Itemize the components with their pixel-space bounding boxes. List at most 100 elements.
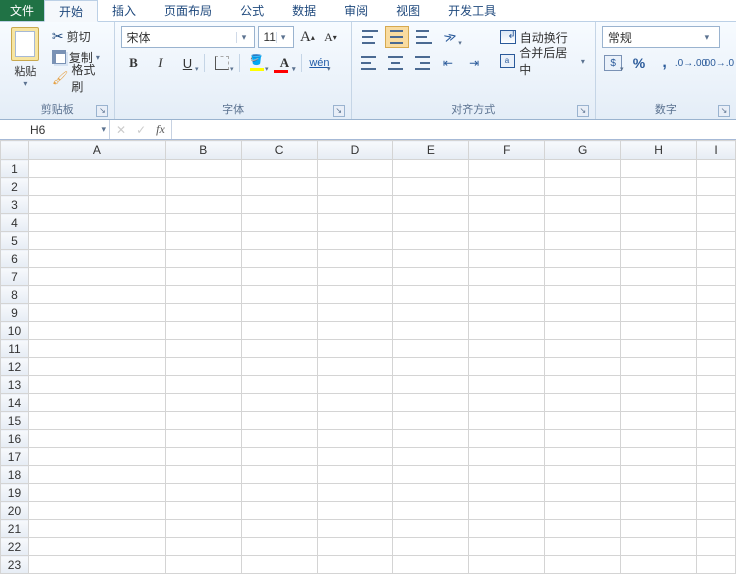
tab-开始[interactable]: 开始 bbox=[44, 0, 98, 22]
cell-I14[interactable] bbox=[697, 394, 736, 412]
cell-I5[interactable] bbox=[697, 232, 736, 250]
cell-I22[interactable] bbox=[697, 538, 736, 556]
cell-I21[interactable] bbox=[697, 520, 736, 538]
cell-B23[interactable] bbox=[165, 556, 241, 574]
cell-B5[interactable] bbox=[165, 232, 241, 250]
row-header-17[interactable]: 17 bbox=[1, 448, 29, 466]
cell-D7[interactable] bbox=[317, 268, 393, 286]
cell-D19[interactable] bbox=[317, 484, 393, 502]
cell-C17[interactable] bbox=[241, 448, 317, 466]
cell-F12[interactable] bbox=[469, 358, 545, 376]
cell-F3[interactable] bbox=[469, 196, 545, 214]
cell-A17[interactable] bbox=[28, 448, 165, 466]
cell-G17[interactable] bbox=[545, 448, 621, 466]
paste-button[interactable]: 粘贴 ▾ bbox=[6, 24, 45, 90]
cell-C22[interactable] bbox=[241, 538, 317, 556]
orientation-button[interactable]: ≫▾ bbox=[439, 26, 463, 48]
increase-indent-button[interactable]: ⇥ bbox=[463, 52, 486, 74]
number-format-select[interactable]: 常规 ▾ bbox=[602, 26, 720, 48]
cell-A16[interactable] bbox=[28, 430, 165, 448]
cancel-icon[interactable]: ✕ bbox=[116, 123, 126, 137]
cell-G12[interactable] bbox=[545, 358, 621, 376]
decrease-decimal-button[interactable]: .00→.0 bbox=[706, 52, 730, 74]
row-header-18[interactable]: 18 bbox=[1, 466, 29, 484]
cell-C16[interactable] bbox=[241, 430, 317, 448]
cell-G21[interactable] bbox=[545, 520, 621, 538]
column-header-A[interactable]: A bbox=[28, 141, 165, 160]
cell-G14[interactable] bbox=[545, 394, 621, 412]
row-header-13[interactable]: 13 bbox=[1, 376, 29, 394]
row-header-10[interactable]: 10 bbox=[1, 322, 29, 340]
underline-button[interactable]: U▾ bbox=[175, 52, 199, 74]
cell-H8[interactable] bbox=[621, 286, 697, 304]
cell-E11[interactable] bbox=[393, 340, 469, 358]
cell-H20[interactable] bbox=[621, 502, 697, 520]
cell-H5[interactable] bbox=[621, 232, 697, 250]
merge-center-button[interactable]: 合并后居中▾ bbox=[496, 50, 589, 72]
cell-E3[interactable] bbox=[393, 196, 469, 214]
cell-C9[interactable] bbox=[241, 304, 317, 322]
cell-H19[interactable] bbox=[621, 484, 697, 502]
cell-D12[interactable] bbox=[317, 358, 393, 376]
column-header-F[interactable]: F bbox=[469, 141, 545, 160]
column-header-G[interactable]: G bbox=[545, 141, 621, 160]
row-header-21[interactable]: 21 bbox=[1, 520, 29, 538]
cell-C18[interactable] bbox=[241, 466, 317, 484]
cell-B9[interactable] bbox=[165, 304, 241, 322]
cell-H12[interactable] bbox=[621, 358, 697, 376]
cell-I13[interactable] bbox=[697, 376, 736, 394]
cell-F19[interactable] bbox=[469, 484, 545, 502]
cell-F17[interactable] bbox=[469, 448, 545, 466]
formula-input[interactable] bbox=[172, 120, 736, 139]
cell-G1[interactable] bbox=[545, 160, 621, 178]
cell-A21[interactable] bbox=[28, 520, 165, 538]
fx-button[interactable]: fx bbox=[156, 122, 165, 137]
cell-A20[interactable] bbox=[28, 502, 165, 520]
spreadsheet-grid[interactable]: ABCDEFGHI1234567891011121314151617181920… bbox=[0, 140, 736, 576]
cell-B16[interactable] bbox=[165, 430, 241, 448]
row-header-3[interactable]: 3 bbox=[1, 196, 29, 214]
border-button[interactable]: ▾ bbox=[210, 52, 234, 74]
row-header-15[interactable]: 15 bbox=[1, 412, 29, 430]
cell-E20[interactable] bbox=[393, 502, 469, 520]
cell-G23[interactable] bbox=[545, 556, 621, 574]
row-header-1[interactable]: 1 bbox=[1, 160, 29, 178]
cell-D3[interactable] bbox=[317, 196, 393, 214]
cell-A3[interactable] bbox=[28, 196, 165, 214]
shrink-font-button[interactable]: A▾ bbox=[320, 26, 340, 48]
cell-B7[interactable] bbox=[165, 268, 241, 286]
cell-D18[interactable] bbox=[317, 466, 393, 484]
bold-button[interactable]: B bbox=[121, 52, 145, 74]
cell-B11[interactable] bbox=[165, 340, 241, 358]
comma-style-button[interactable]: , bbox=[653, 52, 676, 74]
cell-G9[interactable] bbox=[545, 304, 621, 322]
cell-A13[interactable] bbox=[28, 376, 165, 394]
cell-H7[interactable] bbox=[621, 268, 697, 286]
cell-D15[interactable] bbox=[317, 412, 393, 430]
cell-E17[interactable] bbox=[393, 448, 469, 466]
cell-H11[interactable] bbox=[621, 340, 697, 358]
cell-E7[interactable] bbox=[393, 268, 469, 286]
cell-D20[interactable] bbox=[317, 502, 393, 520]
cell-C14[interactable] bbox=[241, 394, 317, 412]
cell-D22[interactable] bbox=[317, 538, 393, 556]
cell-I11[interactable] bbox=[697, 340, 736, 358]
dialog-launcher[interactable]: ↘ bbox=[718, 105, 730, 117]
cell-A11[interactable] bbox=[28, 340, 165, 358]
cell-C3[interactable] bbox=[241, 196, 317, 214]
align-left-button[interactable] bbox=[358, 52, 381, 74]
cell-G16[interactable] bbox=[545, 430, 621, 448]
grow-font-button[interactable]: A▴ bbox=[297, 26, 317, 48]
cell-G18[interactable] bbox=[545, 466, 621, 484]
row-header-11[interactable]: 11 bbox=[1, 340, 29, 358]
cell-C2[interactable] bbox=[241, 178, 317, 196]
cell-A18[interactable] bbox=[28, 466, 165, 484]
cell-F2[interactable] bbox=[469, 178, 545, 196]
cell-A6[interactable] bbox=[28, 250, 165, 268]
cell-A2[interactable] bbox=[28, 178, 165, 196]
cell-I3[interactable] bbox=[697, 196, 736, 214]
cell-H3[interactable] bbox=[621, 196, 697, 214]
increase-decimal-button[interactable]: .0→.00 bbox=[679, 52, 703, 74]
column-header-B[interactable]: B bbox=[165, 141, 241, 160]
cell-F14[interactable] bbox=[469, 394, 545, 412]
